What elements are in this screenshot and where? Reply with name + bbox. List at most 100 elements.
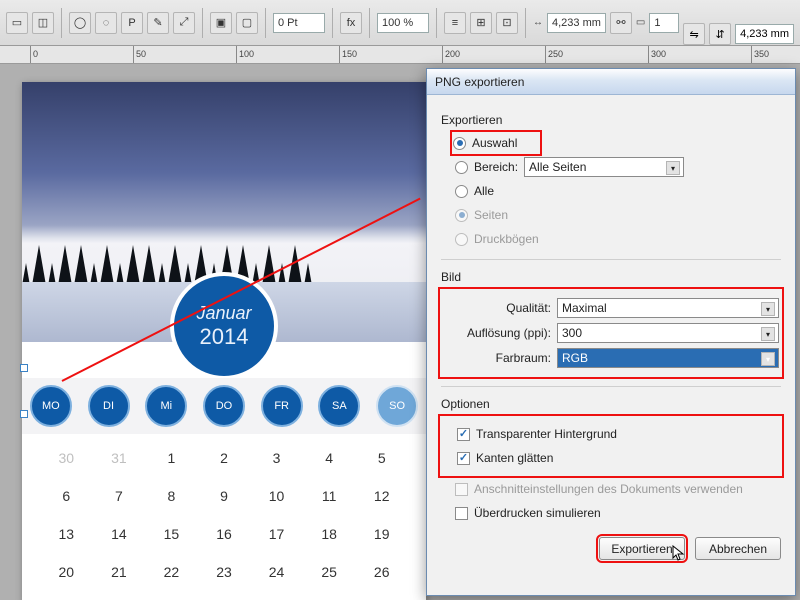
chevron-down-icon[interactable]: ▾ bbox=[761, 352, 775, 366]
weekday-dot: FR bbox=[261, 385, 303, 427]
weekday-dot: SA bbox=[318, 385, 360, 427]
checkbox-transparent[interactable] bbox=[457, 428, 470, 441]
tool-path-icon[interactable]: ✎ bbox=[147, 12, 169, 34]
calendar-cell: 30 bbox=[40, 450, 93, 466]
radio-auswahl[interactable] bbox=[453, 137, 466, 150]
h-field[interactable]: 4,233 mm bbox=[735, 24, 794, 44]
stroke-weight-field[interactable]: 0 Pt bbox=[273, 13, 325, 33]
flip-v-icon[interactable]: ⇵ bbox=[709, 23, 731, 45]
dialog-titlebar[interactable]: PNG exportieren bbox=[427, 69, 795, 95]
calendar-cell: 22 bbox=[145, 564, 198, 580]
w-label: ▭ bbox=[636, 17, 645, 28]
calendar-cell: 25 bbox=[303, 564, 356, 580]
radio-alle-label: Alle bbox=[474, 184, 494, 198]
radio-row-bereich[interactable]: Bereich: Alle Seiten ▾ bbox=[455, 157, 781, 177]
checkbox-ueberdrucken-label: Überdrucken simulieren bbox=[474, 506, 601, 520]
calendar-cell: 10 bbox=[250, 488, 303, 504]
calendar-cell: 2 bbox=[198, 450, 251, 466]
radio-bereich[interactable] bbox=[455, 161, 468, 174]
section-bild-label: Bild bbox=[441, 270, 781, 284]
fx-icon[interactable]: fx bbox=[340, 12, 362, 34]
radio-druck bbox=[455, 233, 468, 246]
calendar-cell: 11 bbox=[303, 488, 356, 504]
tool-pointer-icon[interactable]: ▭ bbox=[6, 12, 28, 34]
colorspace-combo[interactable]: RGB ▾ bbox=[557, 348, 779, 368]
calendar-cell: 16 bbox=[198, 526, 251, 542]
dialog-title: PNG exportieren bbox=[435, 75, 524, 89]
quality-value: Maximal bbox=[562, 301, 607, 315]
radio-druck-label: Druckbögen bbox=[474, 232, 539, 246]
checkbox-row-kanten[interactable]: Kanten glätten bbox=[457, 448, 779, 468]
align-icon[interactable]: ≡ bbox=[444, 12, 466, 34]
section-optionen-label: Optionen bbox=[441, 397, 781, 411]
link-dims-icon[interactable]: ⚯ bbox=[610, 12, 632, 34]
radio-seiten bbox=[455, 209, 468, 222]
checkbox-anschnitt bbox=[455, 483, 468, 496]
selection-handle[interactable] bbox=[20, 364, 28, 372]
ruler-tick: 300 bbox=[648, 46, 649, 64]
colorspace-value: RGB bbox=[562, 351, 588, 365]
tool-scale-icon[interactable]: ⤢ bbox=[173, 12, 195, 34]
bereich-value: Alle Seiten bbox=[529, 160, 586, 174]
calendar-cell: 13 bbox=[40, 526, 93, 542]
tool-ellipse-icon[interactable]: ◯ bbox=[69, 12, 91, 34]
w-value: 1 bbox=[654, 17, 660, 29]
tool-dashed-icon[interactable]: ◌ bbox=[95, 12, 117, 34]
checkbox-row-transparent[interactable]: Transparenter Hintergrund bbox=[457, 424, 779, 444]
checkbox-transparent-label: Transparenter Hintergrund bbox=[476, 427, 617, 441]
chevron-down-icon[interactable]: ▾ bbox=[666, 161, 680, 175]
flip-h-icon[interactable]: ⇋ bbox=[683, 23, 705, 45]
calendar-cell: 26 bbox=[355, 564, 408, 580]
ruler-tick: 250 bbox=[545, 46, 546, 64]
radio-row-alle[interactable]: Alle bbox=[455, 181, 781, 201]
calendar-cell: 3 bbox=[250, 450, 303, 466]
zoom-field[interactable]: 100 % bbox=[377, 13, 429, 33]
ruler-tick: 150 bbox=[339, 46, 340, 64]
horizontal-ruler: 050100150200250300350 bbox=[0, 46, 800, 64]
x-value: 4,233 mm bbox=[552, 17, 601, 29]
x-label: ↔ bbox=[533, 17, 543, 28]
checkbox-anschnitt-label: Anschnitteinstellungen des Dokuments ver… bbox=[474, 482, 743, 496]
calendar-cell: 20 bbox=[40, 564, 93, 580]
w-field[interactable]: 1 bbox=[649, 13, 679, 33]
calendar-cell: 12 bbox=[355, 488, 408, 504]
calendar-cell: 9 bbox=[198, 488, 251, 504]
weekday-row: MODIMiDOFRSASO bbox=[22, 378, 426, 434]
weekday-dot: DI bbox=[88, 385, 130, 427]
checkbox-kanten[interactable] bbox=[457, 452, 470, 465]
ruler-tick: 0 bbox=[30, 46, 31, 64]
tool-rect-icon[interactable]: ◫ bbox=[32, 12, 54, 34]
calendar-page[interactable]: Januar 2014 MODIMiDOFRSASO 3031123456789… bbox=[22, 82, 426, 600]
radio-row-auswahl[interactable]: Auswahl bbox=[453, 133, 539, 153]
chevron-down-icon[interactable]: ▾ bbox=[761, 327, 775, 341]
ruler-tick: 50 bbox=[133, 46, 134, 64]
weekday-dot: MO bbox=[30, 385, 72, 427]
chevron-down-icon[interactable]: ▾ bbox=[761, 302, 775, 316]
stroke-swatch-icon[interactable]: ▢ bbox=[236, 12, 258, 34]
radio-row-seiten: Seiten bbox=[455, 205, 781, 225]
crop-icon[interactable]: ⊡ bbox=[496, 12, 518, 34]
cancel-button[interactable]: Abbrechen bbox=[695, 537, 781, 560]
resolution-combo[interactable]: 300 ▾ bbox=[557, 323, 779, 343]
ruler-tick: 200 bbox=[442, 46, 443, 64]
checkbox-ueberdrucken[interactable] bbox=[455, 507, 468, 520]
radio-alle[interactable] bbox=[455, 185, 468, 198]
distribute-icon[interactable]: ⊞ bbox=[470, 12, 492, 34]
radio-bereich-label: Bereich: bbox=[474, 160, 518, 174]
calendar-cell: 4 bbox=[303, 450, 356, 466]
selection-handle[interactable] bbox=[20, 410, 28, 418]
quality-combo[interactable]: Maximal ▾ bbox=[557, 298, 779, 318]
calendar-cell: 17 bbox=[250, 526, 303, 542]
stroke-weight-value: 0 Pt bbox=[278, 17, 298, 29]
h-value: 4,233 mm bbox=[740, 28, 789, 40]
export-button[interactable]: Exportieren bbox=[599, 537, 685, 560]
x-field[interactable]: 4,233 mm bbox=[547, 13, 606, 33]
bereich-combo[interactable]: Alle Seiten ▾ bbox=[524, 157, 684, 177]
radio-seiten-label: Seiten bbox=[474, 208, 508, 222]
checkbox-row-ueberdrucken[interactable]: Überdrucken simulieren bbox=[455, 503, 781, 523]
tool-type-icon[interactable]: P bbox=[121, 12, 143, 34]
fill-swatch-icon[interactable]: ▣ bbox=[210, 12, 232, 34]
calendar-cell: 1 bbox=[145, 450, 198, 466]
zoom-value: 100 % bbox=[382, 17, 413, 29]
calendar-cell: 6 bbox=[40, 488, 93, 504]
